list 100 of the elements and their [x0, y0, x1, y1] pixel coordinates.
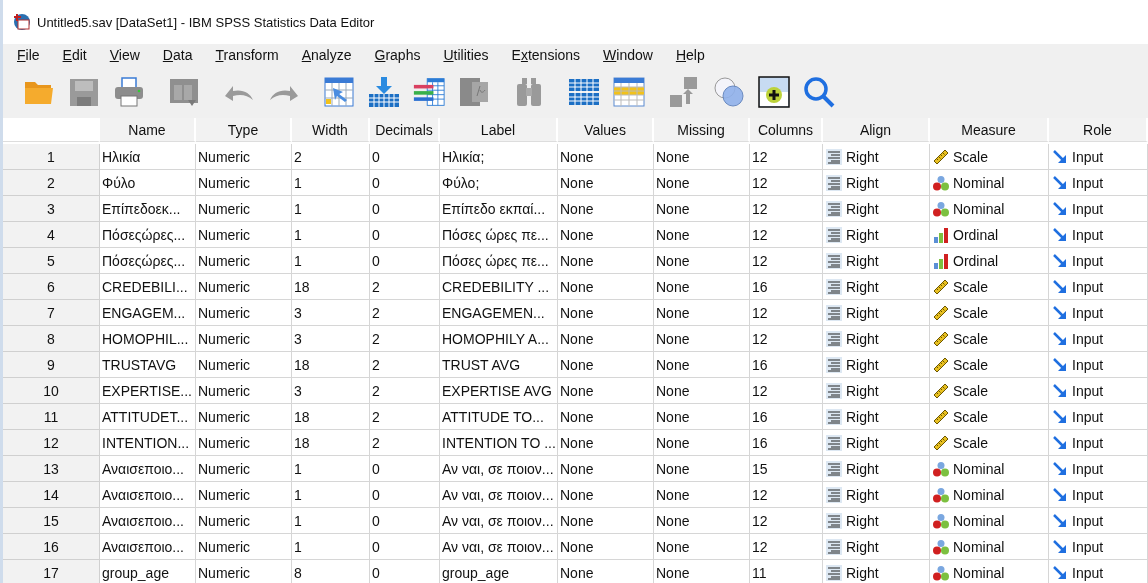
align-right-icon [826, 148, 842, 165]
table-cell: Numeric [196, 274, 292, 300]
row-number[interactable]: 4 [3, 222, 100, 248]
add-icon[interactable] [758, 76, 790, 108]
row-number[interactable]: 17 [3, 560, 100, 583]
menu-item[interactable]: Data [159, 47, 203, 63]
table-cell: Input [1072, 330, 1104, 347]
column-header[interactable]: Columns [750, 118, 823, 142]
table-cell: None [558, 248, 654, 274]
row-number[interactable]: 1 [3, 144, 100, 170]
printer-icon[interactable] [113, 76, 145, 108]
table-cell: Numeric [196, 300, 292, 326]
table-cell: Numeric [196, 196, 292, 222]
split-file-icon[interactable] [458, 76, 490, 108]
align-right-icon [826, 330, 842, 347]
table-cell: Nominal [953, 538, 1005, 555]
table-cell: 0 [370, 560, 440, 583]
table-cell: Scale [953, 278, 989, 295]
insert-row-icon[interactable] [368, 76, 400, 108]
menu-item[interactable]: Edit [59, 47, 97, 63]
save-icon[interactable] [68, 76, 100, 108]
table-cell: 2 [292, 144, 370, 170]
column-header[interactable]: Decimals [370, 118, 440, 142]
menu-item[interactable]: Help [672, 47, 715, 63]
row-number[interactable]: 6 [3, 274, 100, 300]
menu-item[interactable]: File [17, 47, 50, 63]
row-number[interactable]: 2 [3, 170, 100, 196]
row-number[interactable]: 5 [3, 248, 100, 274]
column-header[interactable]: Role [1049, 118, 1148, 142]
row-number[interactable]: 14 [3, 482, 100, 508]
column-header[interactable]: Name [100, 118, 196, 142]
menu-item[interactable]: View [106, 47, 150, 63]
menu-item[interactable]: Window [600, 47, 663, 63]
grid-icon[interactable] [613, 76, 645, 108]
row-number[interactable]: 9 [3, 352, 100, 378]
arrow-icon [1052, 252, 1068, 269]
table-cell: 2 [370, 430, 440, 456]
menu-item[interactable]: Analyze [298, 47, 362, 63]
table-cell: Nominal [953, 564, 1005, 581]
row-number[interactable]: 10 [3, 378, 100, 404]
table-cell: 2 [370, 352, 440, 378]
column-header[interactable]: Label [440, 118, 558, 142]
column-header[interactable]: Values [558, 118, 654, 142]
table-cell: 3 [292, 300, 370, 326]
table-cell: None [558, 144, 654, 170]
window-title: Untitled5.sav [DataSet1] - IBM SPSS Statistics Data Editor [37, 14, 375, 30]
menu-item[interactable]: Transform [212, 47, 289, 63]
table-cell: 3 [292, 378, 370, 404]
align-right-icon [826, 278, 842, 295]
table-cell: None [558, 274, 654, 300]
table-cell: 16 [750, 352, 823, 378]
table-cell: 8 [292, 560, 370, 583]
menu-item[interactable]: Extensions [508, 47, 591, 63]
column-header[interactable]: Align [823, 118, 930, 142]
table-cell: INTENTION TO ... [440, 430, 558, 456]
row-number[interactable]: 16 [3, 534, 100, 560]
table-cell: Input [1072, 460, 1104, 477]
table-cell: ENGAGEMEN... [440, 300, 558, 326]
menu-item[interactable]: Graphs [371, 47, 431, 63]
table-cell: Input [1072, 538, 1104, 555]
table-cell: None [558, 326, 654, 352]
align-right-icon [826, 200, 842, 217]
arrow-icon [1052, 330, 1068, 347]
table-cell: None [654, 274, 750, 300]
row-number[interactable]: 11 [3, 404, 100, 430]
table-cell: 16 [750, 274, 823, 300]
align-right-icon [826, 512, 842, 529]
menu-item[interactable]: Utilities [440, 47, 499, 63]
row-number[interactable]: 3 [3, 196, 100, 222]
grid-arrow-icon[interactable] [168, 76, 200, 108]
row-number[interactable]: 8 [3, 326, 100, 352]
table-cell: Numeric [196, 378, 292, 404]
table-cell: Right [846, 330, 879, 347]
row-number[interactable]: 15 [3, 508, 100, 534]
row-number[interactable]: 7 [3, 300, 100, 326]
column-header[interactable]: Measure [930, 118, 1049, 142]
column-header[interactable]: Missing [654, 118, 750, 142]
search-icon[interactable] [803, 76, 835, 108]
table-cell: Input [1072, 408, 1104, 425]
table-cell: Right [846, 200, 879, 217]
table-cell: None [558, 196, 654, 222]
insert-column-icon[interactable] [413, 76, 445, 108]
column-header[interactable]: Width [292, 118, 370, 142]
table-cell: None [654, 222, 750, 248]
table-cell: None [558, 508, 654, 534]
grid-icon[interactable] [568, 76, 600, 108]
table-cell: Right [846, 226, 879, 243]
table-cell: Ordinal [953, 252, 999, 269]
column-header[interactable]: Type [196, 118, 292, 142]
row-number[interactable]: 13 [3, 456, 100, 482]
table-cell: Φύλο; [440, 170, 558, 196]
row-number[interactable]: 12 [3, 430, 100, 456]
table-cell: None [654, 560, 750, 583]
table-cell: 2 [370, 274, 440, 300]
table-cell: Numeric [196, 430, 292, 456]
circles-icon[interactable] [713, 76, 745, 108]
table-cell: Numeric [196, 560, 292, 583]
table-cell: Numeric [196, 326, 292, 352]
arrow-icon [1052, 226, 1068, 243]
table-cell: Right [846, 460, 879, 477]
